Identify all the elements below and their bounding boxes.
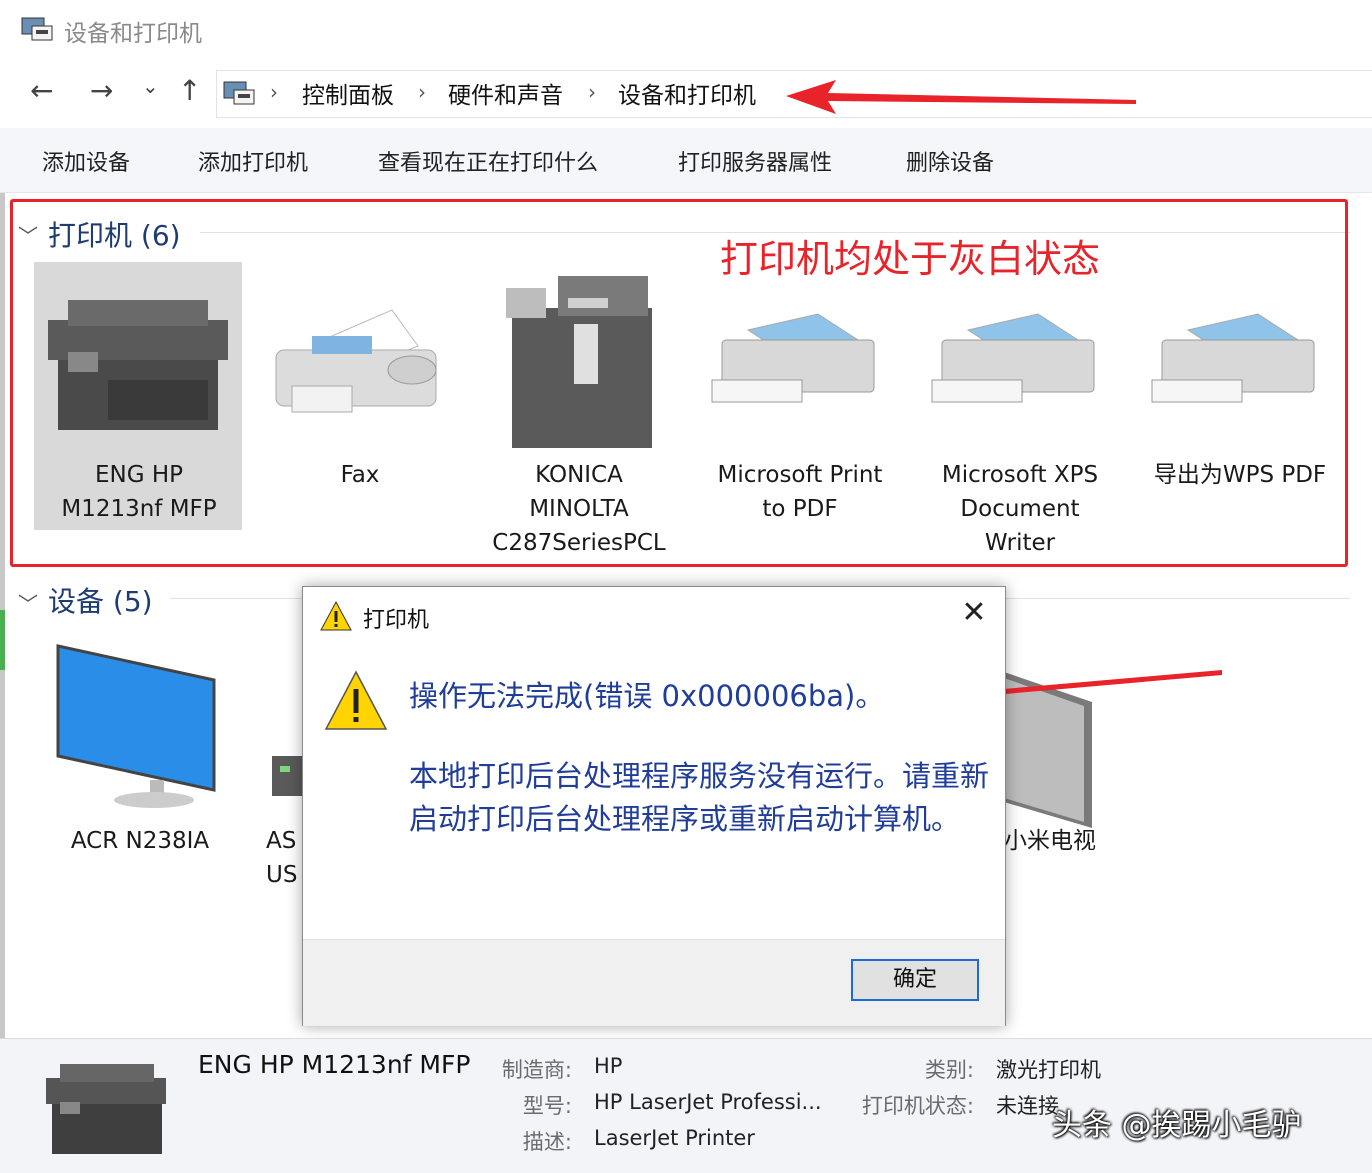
mfp-printer-icon [48,300,228,430]
mfp-printer-icon [46,1064,166,1154]
description-label: 描述: [522,1130,572,1154]
device-label[interactable]: Microsoft XPS Document Writer [920,458,1120,560]
device-label[interactable]: ACR N238IA [50,824,230,858]
device-label[interactable]: 小米电视 [1004,824,1114,858]
address-folder-icon [223,81,255,105]
breadcrumb-separator: › [588,80,596,104]
forward-button[interactable]: → [90,74,113,107]
dialog-title: 打印机 [363,608,430,633]
add-printer-button[interactable]: 添加打印机 [198,145,308,177]
see-whats-printing-button[interactable]: 查看现在正在打印什么 [378,145,598,177]
annotation-text: 打印机均处于灰白状态 [720,237,1101,281]
printer-status-label: 打印机状态: [861,1094,974,1118]
breadcrumb-separator: › [270,80,278,104]
device-label[interactable]: KONICA MINOLTA C287SeriesPCL [476,458,682,560]
device-label[interactable]: AS US [266,824,306,892]
model-label: 型号: [522,1094,572,1118]
copier-icon [506,276,652,448]
printer-icon [931,313,1095,403]
manufacturer-label: 制造商: [501,1058,572,1082]
manufacturer-value: HP [594,1054,623,1078]
chevron-down-icon[interactable]: ﹀ [18,588,38,617]
device-label[interactable]: 导出为WPS PDF [1140,458,1340,492]
error-message: 操作无法完成(错误 0x000006ba)。 [409,679,885,713]
warning-large-icon [324,670,388,730]
print-server-properties-button[interactable]: 打印服务器属性 [678,145,832,177]
devices-group-header[interactable]: 设备 (5) [48,580,153,620]
error-dialog: 打印机 ✕ 操作无法完成(错误 0x000006ba)。 本地打印后台处理程序服… [302,586,1006,1026]
back-button[interactable]: ← [30,74,53,107]
recent-locations-button[interactable]: ⌄ [142,74,159,98]
category-label: 类别: [924,1058,974,1082]
annotation-arrow [786,80,1136,114]
breadcrumb-separator: › [418,80,426,104]
warning-icon [320,600,352,631]
printer-icon [711,313,875,403]
up-button[interactable]: ↑ [178,74,201,107]
router-icon [272,756,302,796]
side-accent [0,610,5,670]
window-title: 设备和打印机 [64,21,202,47]
add-device-button[interactable]: 添加设备 [42,145,130,177]
printer-icon [1151,313,1315,403]
category-value: 激光打印机 [996,1058,1101,1082]
description-value: LaserJet Printer [594,1126,755,1150]
breadcrumb-control-panel[interactable]: 控制面板 [302,76,394,110]
fax-icon [275,309,437,413]
title-bar [0,0,1372,62]
error-detail: 本地打印后台处理程序服务没有运行。请重新启动打印后台处理程序或重新启动计算机。 [409,759,990,836]
ok-button[interactable]: 确定 [851,959,979,1001]
device-label[interactable]: ENG HP M1213nf MFP [34,458,244,526]
device-label[interactable]: Microsoft Print to PDF [700,458,900,526]
device-label[interactable]: Fax [280,458,440,492]
close-button[interactable]: ✕ [959,595,989,630]
breadcrumb-devices-printers[interactable]: 设备和打印机 [618,76,756,110]
monitor-icon [56,644,216,808]
remove-device-button[interactable]: 删除设备 [906,145,994,177]
details-device-name: ENG HP M1213nf MFP [198,1050,471,1079]
devices-printers-icon [21,17,53,41]
model-value: HP LaserJet Professi... [594,1090,822,1114]
watermark: 头条 @挨踢小毛驴 [1052,1108,1302,1143]
breadcrumb-hardware-sound[interactable]: 硬件和声音 [448,76,563,110]
printer-status-value: 未连接 [996,1094,1059,1118]
